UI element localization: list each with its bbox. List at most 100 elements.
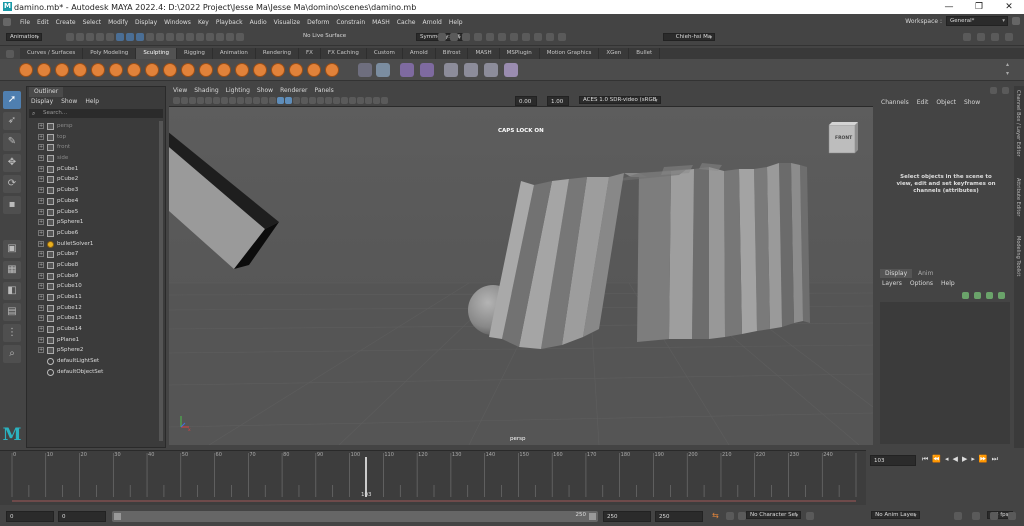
expand-icon[interactable]: + (38, 315, 44, 322)
resolution-gate-icon[interactable] (237, 97, 244, 104)
outliner-item[interactable]: + pCube14 (27, 324, 157, 335)
ipr-render-icon[interactable] (216, 33, 224, 41)
character-set-icon[interactable] (738, 512, 746, 520)
snap-surface-icon[interactable] (186, 33, 194, 41)
outliner-item[interactable]: + pCube8 (27, 260, 157, 271)
shelf-tab-fx-caching[interactable]: FX Caching (321, 48, 367, 59)
2d-pan-zoom-icon[interactable] (205, 97, 212, 104)
expand-icon[interactable]: + (38, 336, 44, 343)
spray-tool-icon[interactable] (145, 63, 159, 77)
scale-tool-icon[interactable]: ▪ (3, 196, 21, 214)
select-object-icon[interactable] (126, 33, 134, 41)
save-scene-icon[interactable] (86, 33, 94, 41)
smooth-tool-icon[interactable] (37, 63, 51, 77)
foamy-tool-icon[interactable] (127, 63, 141, 77)
viewcube-label[interactable]: FRONT (835, 136, 852, 141)
dope-sheet-icon[interactable] (498, 33, 506, 41)
menu-arnold[interactable]: Arnold (422, 19, 441, 26)
isolate-select-icon[interactable] (357, 97, 364, 104)
menu-display[interactable]: Display (135, 19, 157, 26)
play-forward-icon[interactable]: ▶ (962, 455, 967, 464)
toggle-tool-settings-icon[interactable] (991, 33, 999, 41)
grid-icon[interactable] (221, 97, 228, 104)
outliner-item[interactable]: + pCube7 (27, 249, 157, 260)
sculpt-layer-editor-icon[interactable] (464, 63, 478, 77)
outliner-item[interactable]: + pCube2 (27, 174, 157, 185)
toggle-modeling-toolkit-icon[interactable] (963, 33, 971, 41)
shadows-icon[interactable] (317, 97, 324, 104)
outliner-item[interactable]: + bulletSolver1 (27, 239, 157, 250)
wireframe-on-shaded-icon[interactable] (293, 97, 300, 104)
script-editor-icon[interactable] (558, 33, 566, 41)
render-view-icon[interactable] (462, 33, 470, 41)
xray-joints-icon[interactable] (373, 97, 380, 104)
viewport-menu-view[interactable]: View (173, 86, 187, 96)
cache-playback-icon[interactable] (990, 512, 998, 520)
go-to-start-icon[interactable]: ⏮ (922, 455, 928, 464)
outliner-item[interactable]: + front (27, 142, 157, 153)
animation-preferences-icon[interactable] (1008, 512, 1016, 520)
shelf-tab-sculpting[interactable]: Sculpting (136, 48, 177, 59)
channels-menu-show[interactable]: Show (964, 99, 980, 106)
gate-mask-icon[interactable] (245, 97, 252, 104)
xray-components-icon[interactable] (381, 97, 388, 104)
relax-tool-icon[interactable] (55, 63, 69, 77)
repeat-tool-icon[interactable] (163, 63, 177, 77)
outliner-item[interactable]: + pCube11 (27, 292, 157, 303)
live-surface-label[interactable]: No Live Surface (303, 33, 346, 39)
knife-tool-icon[interactable] (253, 63, 267, 77)
anim-start-field[interactable]: 0 (58, 511, 106, 522)
workspace-lock-icon[interactable] (1012, 17, 1020, 25)
wireframe-icon[interactable] (277, 97, 284, 104)
render-settings-icon[interactable] (226, 33, 234, 41)
end-time-field[interactable]: 250 (655, 511, 703, 522)
outliner-tab[interactable]: Outliner (29, 87, 64, 97)
undo-icon[interactable] (96, 33, 104, 41)
step-back-frame-icon[interactable]: ◂ (945, 455, 949, 464)
sculpt-tool-icon[interactable] (19, 63, 33, 77)
flatten-tool-icon[interactable] (109, 63, 123, 77)
safe-action-icon[interactable] (261, 97, 268, 104)
menu-create[interactable]: Create (56, 19, 76, 26)
outliner-item[interactable]: + pPlane1 (27, 335, 157, 346)
camera-icon[interactable] (438, 33, 446, 41)
use-all-lights-icon[interactable] (309, 97, 316, 104)
channels-menu-edit[interactable]: Edit (917, 99, 929, 106)
shelf-tab-bullet[interactable]: Bullet (629, 48, 661, 59)
current-time-marker[interactable] (365, 457, 367, 497)
anti-aliasing-icon[interactable] (341, 97, 348, 104)
new-layer-from-selected-icon[interactable] (998, 292, 1005, 299)
expand-icon[interactable]: + (38, 133, 44, 140)
motion-blur-icon[interactable] (333, 97, 340, 104)
sound-icon[interactable] (972, 512, 980, 520)
custom-layout-icon[interactable]: ▤ (3, 303, 21, 321)
outliner-menu-help[interactable]: Help (85, 98, 99, 105)
transfer-icon[interactable] (484, 63, 498, 77)
outliner-menu-show[interactable]: Show (61, 98, 77, 105)
grab-tool-icon[interactable] (73, 63, 87, 77)
expand-icon[interactable]: + (38, 272, 44, 279)
select-tool-icon[interactable]: ➚ (3, 91, 21, 109)
move-tool-icon[interactable]: ✥ (3, 154, 21, 172)
convert-to-frozen-icon[interactable] (358, 63, 372, 77)
shelf-tab-arnold[interactable]: Arnold (403, 48, 436, 59)
anim-end-field[interactable]: 250 (603, 511, 651, 522)
blend-shape-icon[interactable] (420, 63, 434, 77)
freeze-tool-icon[interactable] (325, 63, 339, 77)
channel-box-options-icon[interactable] (990, 87, 997, 94)
depth-of-field-icon[interactable] (349, 97, 356, 104)
expand-icon[interactable]: + (38, 144, 44, 151)
search-icon[interactable]: ⌕ (3, 345, 21, 363)
fill-tool-icon[interactable] (235, 63, 249, 77)
pinch-tool-icon[interactable] (91, 63, 105, 77)
side-tab-channel-box[interactable]: Channel Box / Layer Editor (1015, 90, 1021, 157)
shelf-tab-fx[interactable]: FX (299, 48, 321, 59)
expand-icon[interactable]: + (38, 326, 44, 333)
shelf-tab-msplugin[interactable]: MSPlugin (500, 48, 540, 59)
smooth-shade-icon[interactable] (285, 97, 292, 104)
shelf-scroll-up-icon[interactable]: ▴ (1006, 61, 1009, 68)
viewport-menu-panels[interactable]: Panels (314, 86, 333, 96)
sculpt-layer-icon[interactable] (444, 63, 458, 77)
start-time-field[interactable]: 0 (6, 511, 54, 522)
toggle-channel-box-icon[interactable] (1005, 33, 1013, 41)
